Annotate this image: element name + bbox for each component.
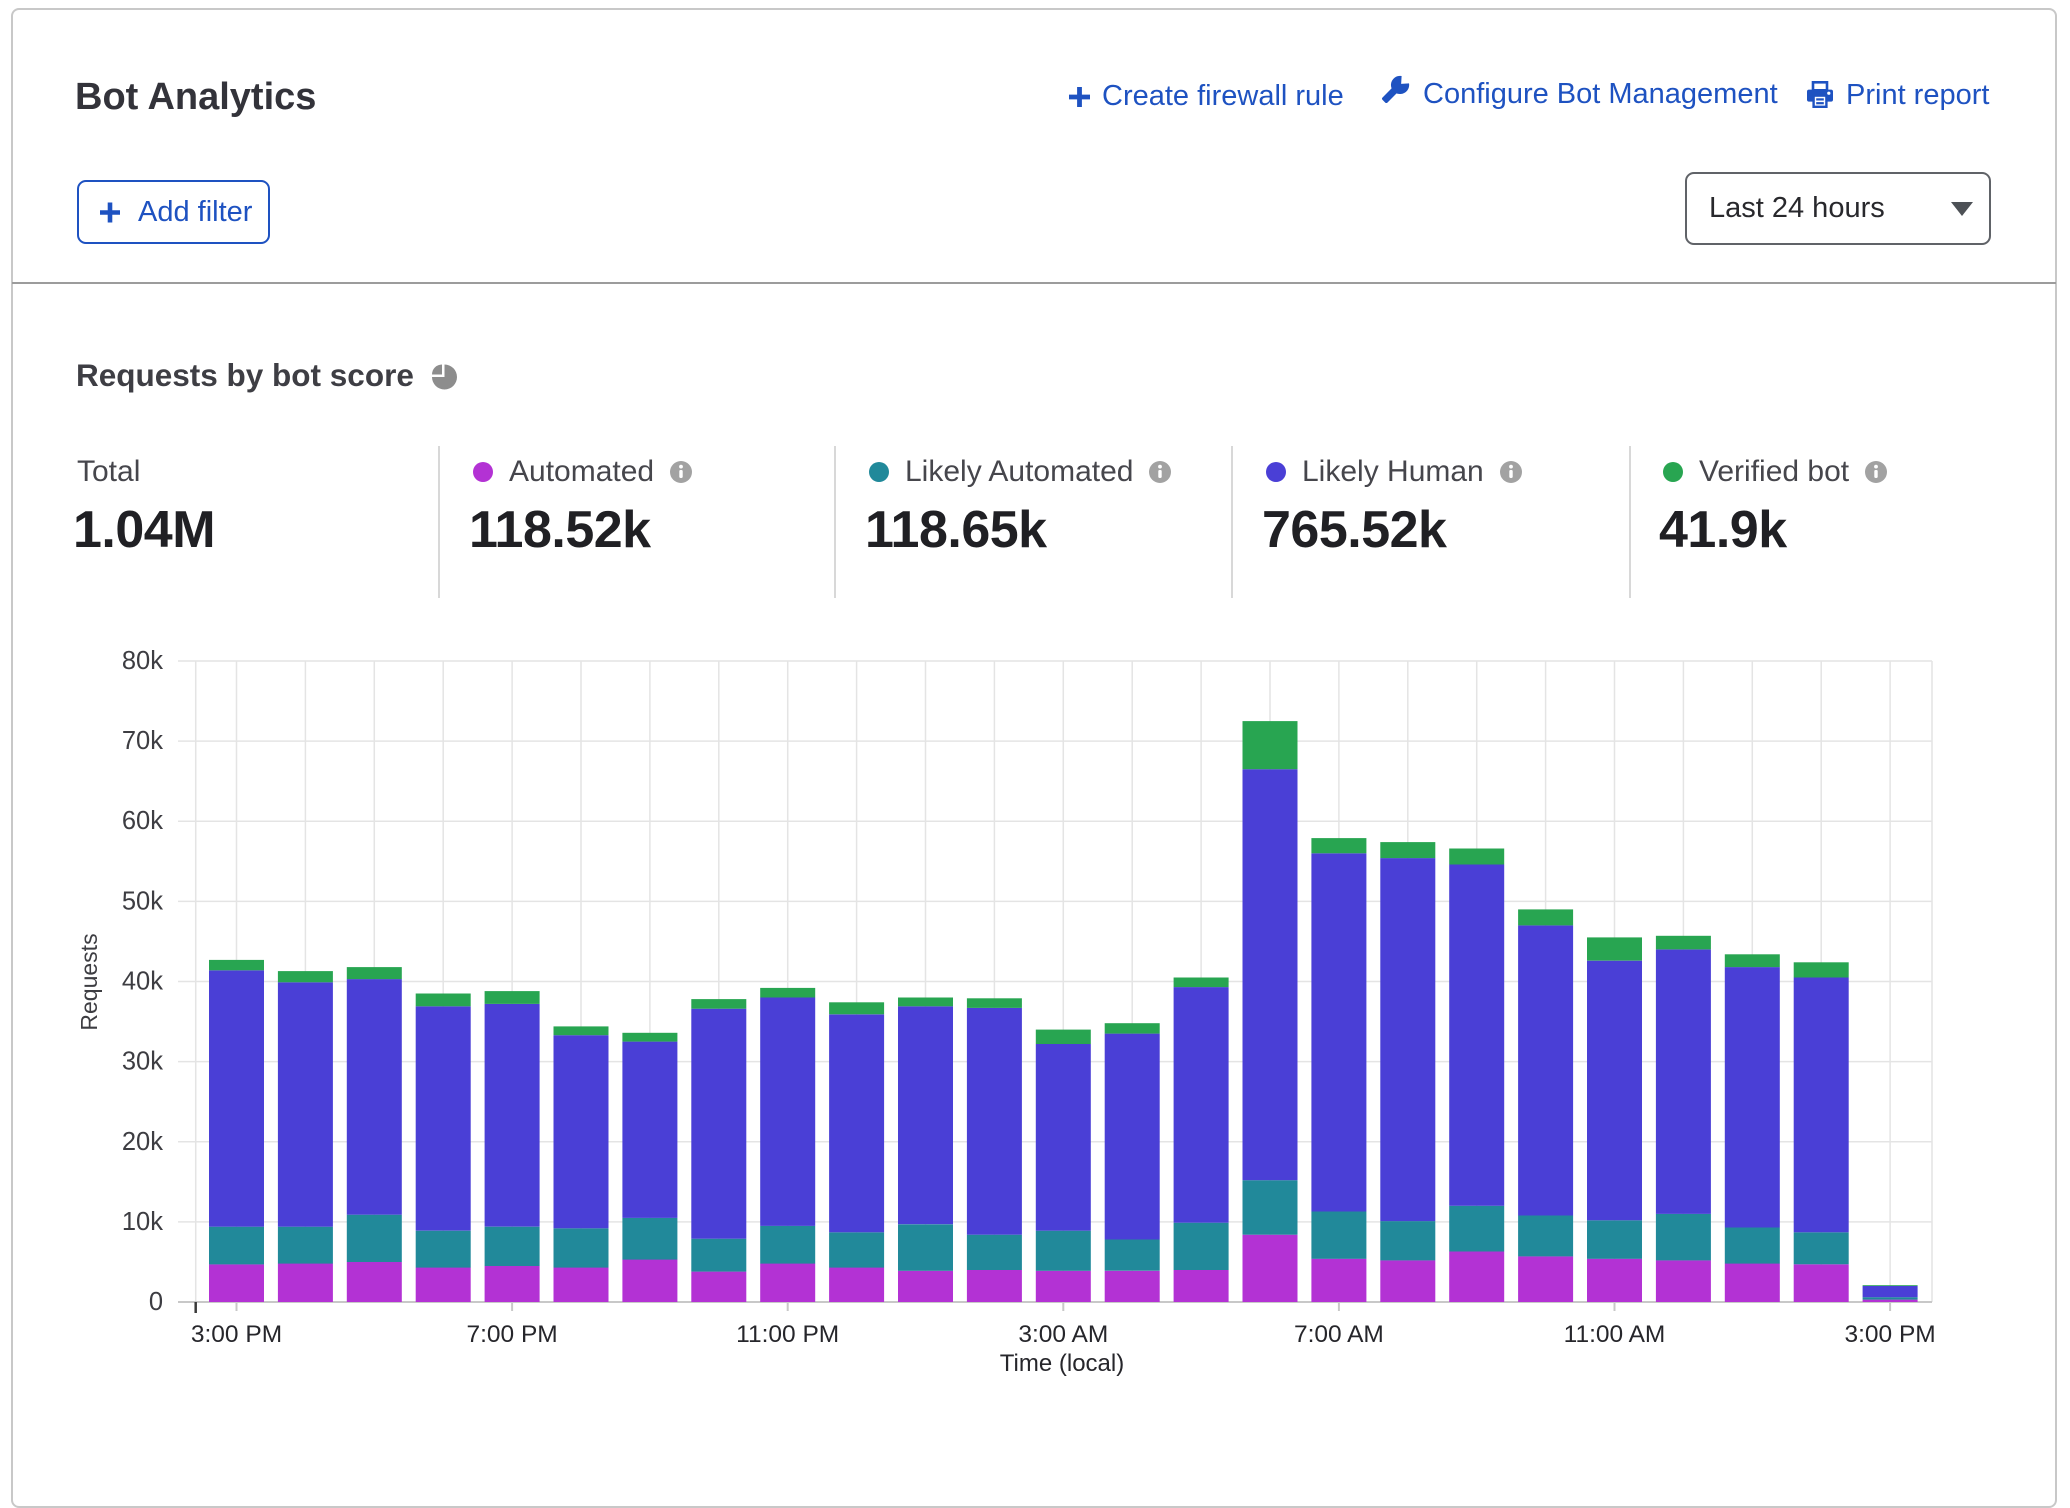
svg-text:11:00 PM: 11:00 PM xyxy=(736,1321,839,1348)
svg-text:40k: 40k xyxy=(122,968,163,996)
svg-text:3:00 PM: 3:00 PM xyxy=(191,1321,282,1348)
svg-text:Time (local): Time (local) xyxy=(1000,1350,1124,1377)
svg-text:7:00 PM: 7:00 PM xyxy=(466,1321,557,1348)
svg-text:3:00 AM: 3:00 AM xyxy=(1018,1321,1108,1348)
svg-text:0: 0 xyxy=(149,1288,163,1316)
svg-text:11:00 AM: 11:00 AM xyxy=(1564,1321,1666,1348)
svg-text:10k: 10k xyxy=(122,1208,163,1236)
svg-text:20k: 20k xyxy=(122,1128,163,1156)
svg-text:80k: 80k xyxy=(122,647,163,675)
svg-text:30k: 30k xyxy=(122,1048,163,1076)
svg-text:3:00 PM: 3:00 PM xyxy=(1844,1321,1935,1348)
svg-text:7:00 AM: 7:00 AM xyxy=(1294,1321,1384,1348)
svg-text:Requests: Requests xyxy=(76,933,102,1030)
svg-text:70k: 70k xyxy=(122,727,163,755)
svg-text:60k: 60k xyxy=(122,807,163,835)
svg-text:50k: 50k xyxy=(122,887,163,915)
